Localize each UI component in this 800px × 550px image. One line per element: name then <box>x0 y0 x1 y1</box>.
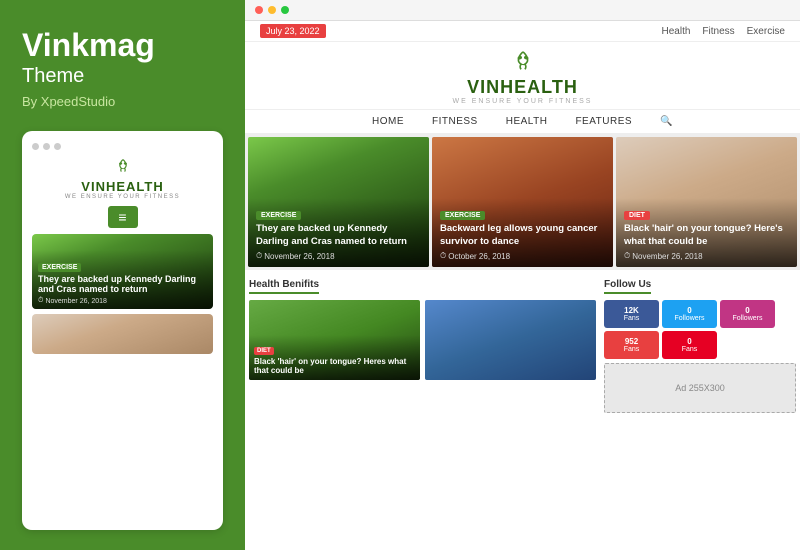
clock-icon: ⏱ <box>38 297 43 305</box>
social-facebook[interactable]: 12K Fans <box>604 300 659 328</box>
article-overlay-1: EXERCISE They are backed up Kennedy Darl… <box>248 198 429 267</box>
site-logo-area: VINHEALTH WE ENSURE YOUR FITNESS <box>245 42 800 110</box>
yt-count: 952 <box>625 337 638 346</box>
bottom-article-overlay-1: DIET Black 'hair' on your tongue? Heres … <box>249 335 420 380</box>
fb-count: 12K <box>624 306 639 315</box>
article-title-2: Backward leg allows young cancer survivo… <box>440 223 605 248</box>
bottom-article-2[interactable] <box>425 300 596 380</box>
browser-dot-minimize[interactable] <box>268 6 276 14</box>
yt-label: Fans <box>624 346 640 353</box>
nav-fitness[interactable]: FITNESS <box>432 116 478 127</box>
health-benefits-heading: Health Benifits <box>249 279 319 294</box>
bottom-article-badge-1: DIET <box>254 347 274 355</box>
browser-dot-maximize[interactable] <box>281 6 289 14</box>
mobile-dot-2 <box>43 143 50 150</box>
mobile-logo-sub: WE ENSURE YOUR FITNESS <box>32 194 213 200</box>
articles-grid: EXERCISE They are backed up Kennedy Darl… <box>245 134 800 270</box>
mobile-dots <box>32 143 213 150</box>
tw-count: 0 <box>687 306 691 315</box>
social-grid: 12K Fans 0 Followers 0 Followers 952 Fan… <box>604 300 796 359</box>
article-overlay-2: EXERCISE Backward leg allows young cance… <box>432 198 613 267</box>
follow-us-section: Follow Us 12K Fans 0 Followers 0 Followe… <box>600 270 800 550</box>
bottom-sections: Health Benifits DIET Black 'hair' on you… <box>245 270 800 550</box>
nav-health[interactable]: HEALTH <box>506 116 548 127</box>
social-pinterest[interactable]: 0 Fans <box>662 331 717 359</box>
mobile-preview: VINHEALTH WE ENSURE YOUR FITNESS ≡ EXERC… <box>22 131 223 530</box>
site-topbar: July 23, 2022 Health Fitness Exercise <box>245 21 800 42</box>
website: July 23, 2022 Health Fitness Exercise VI… <box>245 21 800 550</box>
fb-label: Fans <box>624 315 640 322</box>
site-vine-icon <box>512 50 534 72</box>
bottom-article-1[interactable]: DIET Black 'hair' on your tongue? Heres … <box>249 300 420 380</box>
mobile-article-badge: EXERCISE <box>38 263 81 272</box>
mobile-vine-icon <box>115 158 131 174</box>
article-badge-3: DIET <box>624 211 650 220</box>
topbar-link-health[interactable]: Health <box>662 26 691 37</box>
mobile-logo-area: VINHEALTH WE ENSURE YOUR FITNESS <box>32 158 213 200</box>
sidebar-title: Vinkmag <box>22 28 223 63</box>
mobile-article-date: ⏱ November 26, 2018 <box>38 297 207 305</box>
article-title-3: Black 'hair' on your tongue? Here's what… <box>624 223 789 248</box>
article-card-3[interactable]: DIET Black 'hair' on your tongue? Here's… <box>616 137 797 267</box>
topbar-links: Health Fitness Exercise <box>662 26 786 37</box>
mobile-dot-3 <box>54 143 61 150</box>
social-instagram[interactable]: 0 Followers <box>720 300 775 328</box>
mobile-menu-icon: ≡ <box>118 209 126 225</box>
bottom-articles: DIET Black 'hair' on your tongue? Heres … <box>249 300 596 380</box>
mobile-article-title: They are backed up Kennedy Darling and C… <box>38 274 207 296</box>
ig-label: Followers <box>733 315 763 322</box>
follow-us-heading: Follow Us <box>604 279 651 294</box>
site-logo-sub: WE ENSURE YOUR FITNESS <box>245 98 800 105</box>
clock-icon-2: ⏱ <box>440 251 446 261</box>
sidebar-by: By XpeedStudio <box>22 94 223 109</box>
social-twitter[interactable]: 0 Followers <box>662 300 717 328</box>
nav-features[interactable]: FEATURES <box>575 116 632 127</box>
clock-icon-1: ⏱ <box>256 251 262 261</box>
nav-home[interactable]: HOME <box>372 116 404 127</box>
health-benefits-section: Health Benifits DIET Black 'hair' on you… <box>245 270 600 550</box>
site-nav: HOME FITNESS HEALTH FEATURES 🔍 <box>245 110 800 134</box>
mobile-article2-image <box>32 314 213 354</box>
article-card-2[interactable]: EXERCISE Backward leg allows young cance… <box>432 137 613 267</box>
browser-dot-close[interactable] <box>255 6 263 14</box>
clock-icon-3: ⏱ <box>624 251 630 261</box>
site-logo-name: VINHEALTH <box>245 77 800 98</box>
mobile-menu-button[interactable]: ≡ <box>108 206 138 228</box>
topbar-date: July 23, 2022 <box>260 24 326 38</box>
article-title-1: They are backed up Kennedy Darling and C… <box>256 223 421 248</box>
article-card-1[interactable]: EXERCISE They are backed up Kennedy Darl… <box>248 137 429 267</box>
article-date-3: ⏱ November 26, 2018 <box>624 251 789 261</box>
mobile-logo-name: VINHEALTH <box>32 179 213 194</box>
article-date-1: ⏱ November 26, 2018 <box>256 251 421 261</box>
topbar-link-fitness[interactable]: Fitness <box>702 26 734 37</box>
ig-count: 0 <box>745 306 749 315</box>
ad-box: Ad 255X300 <box>604 363 796 413</box>
article-badge-2: EXERCISE <box>440 211 485 220</box>
pi-label: Fans <box>682 346 698 353</box>
mobile-dot-1 <box>32 143 39 150</box>
tw-label: Followers <box>675 315 705 322</box>
bottom-article-title-1: Black 'hair' on your tongue? Heres what … <box>254 357 415 376</box>
search-icon[interactable]: 🔍 <box>660 116 673 127</box>
browser-chrome <box>245 0 800 21</box>
mobile-article-image: EXERCISE They are backed up Kennedy Darl… <box>32 234 213 309</box>
left-sidebar: Vinkmag Theme By XpeedStudio VINHEALTH W… <box>0 0 245 550</box>
social-youtube[interactable]: 952 Fans <box>604 331 659 359</box>
main-content: July 23, 2022 Health Fitness Exercise VI… <box>245 0 800 550</box>
article-badge-1: EXERCISE <box>256 211 301 220</box>
article-overlay-3: DIET Black 'hair' on your tongue? Here's… <box>616 198 797 267</box>
topbar-link-exercise[interactable]: Exercise <box>747 26 785 37</box>
pi-count: 0 <box>687 337 691 346</box>
mobile-article-overlay: EXERCISE They are backed up Kennedy Darl… <box>32 250 213 310</box>
sidebar-subtitle: Theme <box>22 65 223 88</box>
article-date-2: ⏱ October 26, 2018 <box>440 251 605 261</box>
